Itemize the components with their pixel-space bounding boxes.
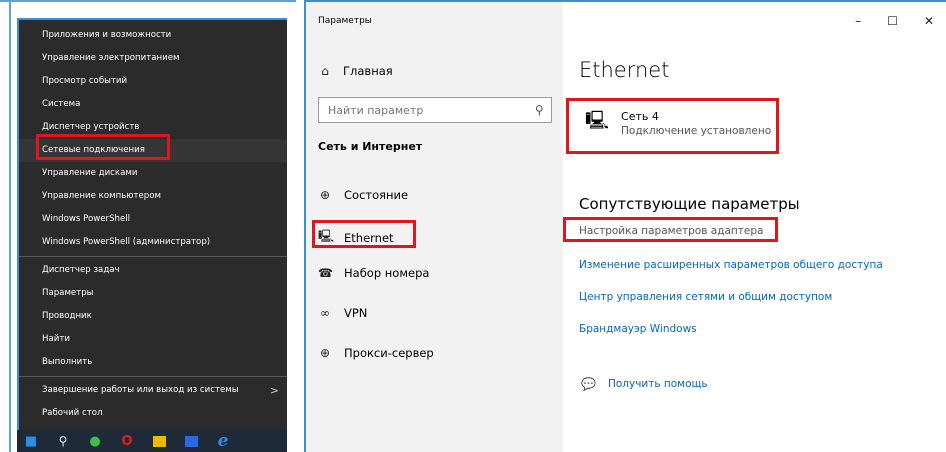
menu-item-device-manager[interactable]: Диспетчер устройств [19,116,287,139]
taskbar: ■ ⚲ ● O e [17,430,287,452]
connection-item[interactable]: 🖳 Сеть 4 Подключение установлено [585,110,771,137]
menu-item-explorer[interactable]: Проводник [19,305,287,328]
nav-item-ethernet[interactable]: 🖳 Ethernet [318,227,394,248]
nav-item-label: Прокси-сервер [344,346,434,360]
menu-divider [19,376,287,377]
nav-home[interactable]: ⌂ Главная [318,64,393,78]
menu-item-system[interactable]: Система [19,93,287,116]
windows-start-icon[interactable]: ■ [23,433,39,449]
home-icon: ⌂ [321,64,329,78]
minimize-icon[interactable]: – [855,14,861,28]
nav-section-title: Сеть и Интернет [318,140,423,153]
get-help-link[interactable]: 💬 Получить помощь [581,377,708,391]
nav-item-status[interactable]: ⊕ Состояние [318,188,408,202]
chevron-right-icon: > [269,384,279,397]
menu-item-powershell[interactable]: Windows PowerShell [19,208,287,231]
nav-item-vpn[interactable]: ∞ VPN [318,306,367,320]
app-green-icon[interactable]: ● [87,433,103,449]
winx-panel: Приложения и возможности Управление элек… [0,0,296,452]
opera-icon[interactable]: O [119,433,135,449]
folder-icon[interactable] [151,433,167,449]
proxy-globe-icon: ⊕ [319,346,331,360]
link-network-center[interactable]: Центр управления сетями и общим доступом [579,291,832,303]
menu-item-computer-management[interactable]: Управление компьютером [19,185,287,208]
nav-item-label: Ethernet [344,230,394,245]
search-input[interactable] [326,102,520,118]
menu-item-event-viewer[interactable]: Просмотр событий [19,70,287,93]
settings-window: Параметры ⌂ Главная ⚲ Сеть и Интернет ⊕ … [304,0,946,452]
menu-item-search[interactable]: Найти [19,328,287,351]
top-border [0,0,296,2]
left-border [9,0,11,452]
nav-home-label: Главная [343,64,393,78]
store-icon[interactable] [183,433,199,449]
settings-nav: Параметры ⌂ Главная ⚲ Сеть и Интернет ⊕ … [306,2,563,452]
dialup-icon: ☎ [318,266,333,280]
related-settings-title: Сопутствующие параметры [579,195,800,213]
menu-item-run[interactable]: Выполнить [19,351,287,374]
page-title: Ethernet [579,58,670,82]
nav-item-dialup[interactable]: ☎ Набор номера [318,266,429,280]
settings-main: – ☐ ✕ Ethernet 🖳 Сеть 4 Подключение уста… [563,2,946,452]
search-icon[interactable]: ⚲ [535,103,544,117]
connection-status: Подключение установлено [621,125,772,137]
maximize-icon[interactable]: ☐ [887,14,898,28]
nav-item-label: VPN [344,306,368,320]
menu-item-power[interactable]: Управление электропитанием [19,47,287,70]
connection-name: Сеть 4 [621,110,659,123]
get-help-label: Получить помощь [607,378,708,390]
link-sharing-options[interactable]: Изменение расширенных параметров общего … [579,259,883,271]
menu-divider [19,256,287,257]
nav-item-label: Набор номера [344,266,430,280]
menu-item-desktop[interactable]: Рабочий стол [19,402,287,425]
winx-menu: Приложения и возможности Управление элек… [17,18,287,436]
menu-item-powershell-admin[interactable]: Windows PowerShell (администратор) [19,231,287,254]
menu-item-network-connections[interactable]: Сетевые подключения [19,139,287,162]
ethernet-connection-icon: 🖳 [585,110,610,131]
vpn-icon: ∞ [320,306,330,320]
globe-icon: ⊕ [319,188,331,202]
menu-item-task-manager[interactable]: Диспетчер задач [19,259,287,282]
edge-icon[interactable]: e [215,431,231,451]
nav-item-label: Состояние [344,188,409,202]
menu-item-shutdown-label: Завершение работы или выход из системы [42,385,239,395]
menu-item-apps[interactable]: Приложения и возможности [19,24,287,47]
window-title: Параметры [318,16,372,26]
search-icon[interactable]: ⚲ [55,433,71,449]
menu-item-settings[interactable]: Параметры [19,282,287,305]
window-controls: – ☐ ✕ [855,14,934,28]
connection-text: Сеть 4 Подключение установлено [621,110,771,137]
close-icon[interactable]: ✕ [924,14,934,28]
nav-item-proxy[interactable]: ⊕ Прокси-сервер [318,346,434,360]
link-firewall[interactable]: Брандмауэр Windows [579,323,697,335]
winx-menu-list: Приложения и возможности Управление элек… [19,24,287,425]
menu-item-shutdown[interactable]: Завершение работы или выход из системы > [19,379,287,402]
help-chat-icon: 💬 [581,377,596,391]
link-adapter-settings[interactable]: Настройка параметров адаптера [579,225,763,237]
menu-item-disk-management[interactable]: Управление дисками [19,162,287,185]
search-box[interactable]: ⚲ [318,97,552,123]
ethernet-icon: 🖳 [318,229,335,243]
